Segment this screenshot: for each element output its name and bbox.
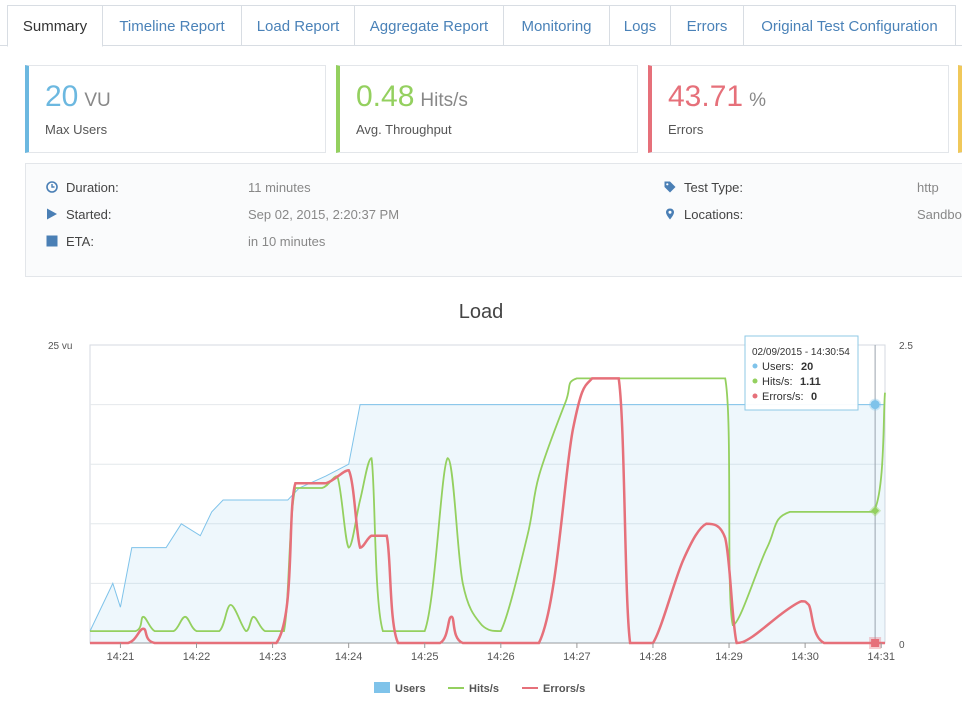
y-right-tick-top: 2.5 [899, 341, 913, 352]
users-marker [870, 400, 880, 410]
x-tick-label: 14:30 [791, 651, 819, 663]
tooltip-hits-dot [752, 378, 758, 384]
legend-hits[interactable]: Hits/s [469, 683, 499, 695]
legend-users[interactable]: Users [395, 683, 426, 695]
tooltip-errors-value: 0 [811, 391, 817, 403]
x-tick-label: 14:21 [107, 651, 135, 663]
y-left-label: 25 vu [48, 341, 72, 352]
x-axis-ticks: 14:21 14:22 14:23 14:24 14:25 14:26 14:27 14:28… [107, 643, 895, 663]
x-tick-label: 14:31 [867, 651, 895, 663]
tooltip-errors-label: Errors/s: [762, 391, 804, 403]
x-tick-label: 14:29 [715, 651, 743, 663]
x-tick-label: 14:25 [411, 651, 439, 663]
x-tick-label: 14:22 [183, 651, 211, 663]
y-right-tick-bottom: 0 [899, 640, 905, 651]
tooltip-users-value: 20 [801, 361, 813, 373]
chart-tooltip: 02/09/2015 - 14:30:54 Users: 20 Hits/s: … [744, 335, 859, 411]
tooltip-hits-value: 1.11 [800, 376, 821, 388]
chart-legend: Users Hits/s Errors/s [374, 682, 585, 695]
tooltip-users-label: Users: [762, 361, 794, 373]
x-tick-label: 14:28 [639, 651, 667, 663]
tooltip-users-dot [752, 363, 758, 369]
tooltip-hits-label: Hits/s: [762, 376, 793, 388]
legend-errors[interactable]: Errors/s [543, 683, 585, 695]
legend-users-swatch [374, 682, 390, 693]
load-chart: 14:21 14:22 14:23 14:24 14:25 14:26 14:27 14:28… [48, 335, 913, 695]
tooltip-title: 02/09/2015 - 14:30:54 [752, 347, 850, 358]
x-tick-label: 14:23 [259, 651, 287, 663]
x-tick-label: 14:24 [335, 651, 363, 663]
tooltip-errors-dot [752, 393, 758, 399]
errors-marker [871, 639, 880, 647]
x-tick-label: 14:27 [563, 651, 591, 663]
x-tick-label: 14:26 [487, 651, 515, 663]
